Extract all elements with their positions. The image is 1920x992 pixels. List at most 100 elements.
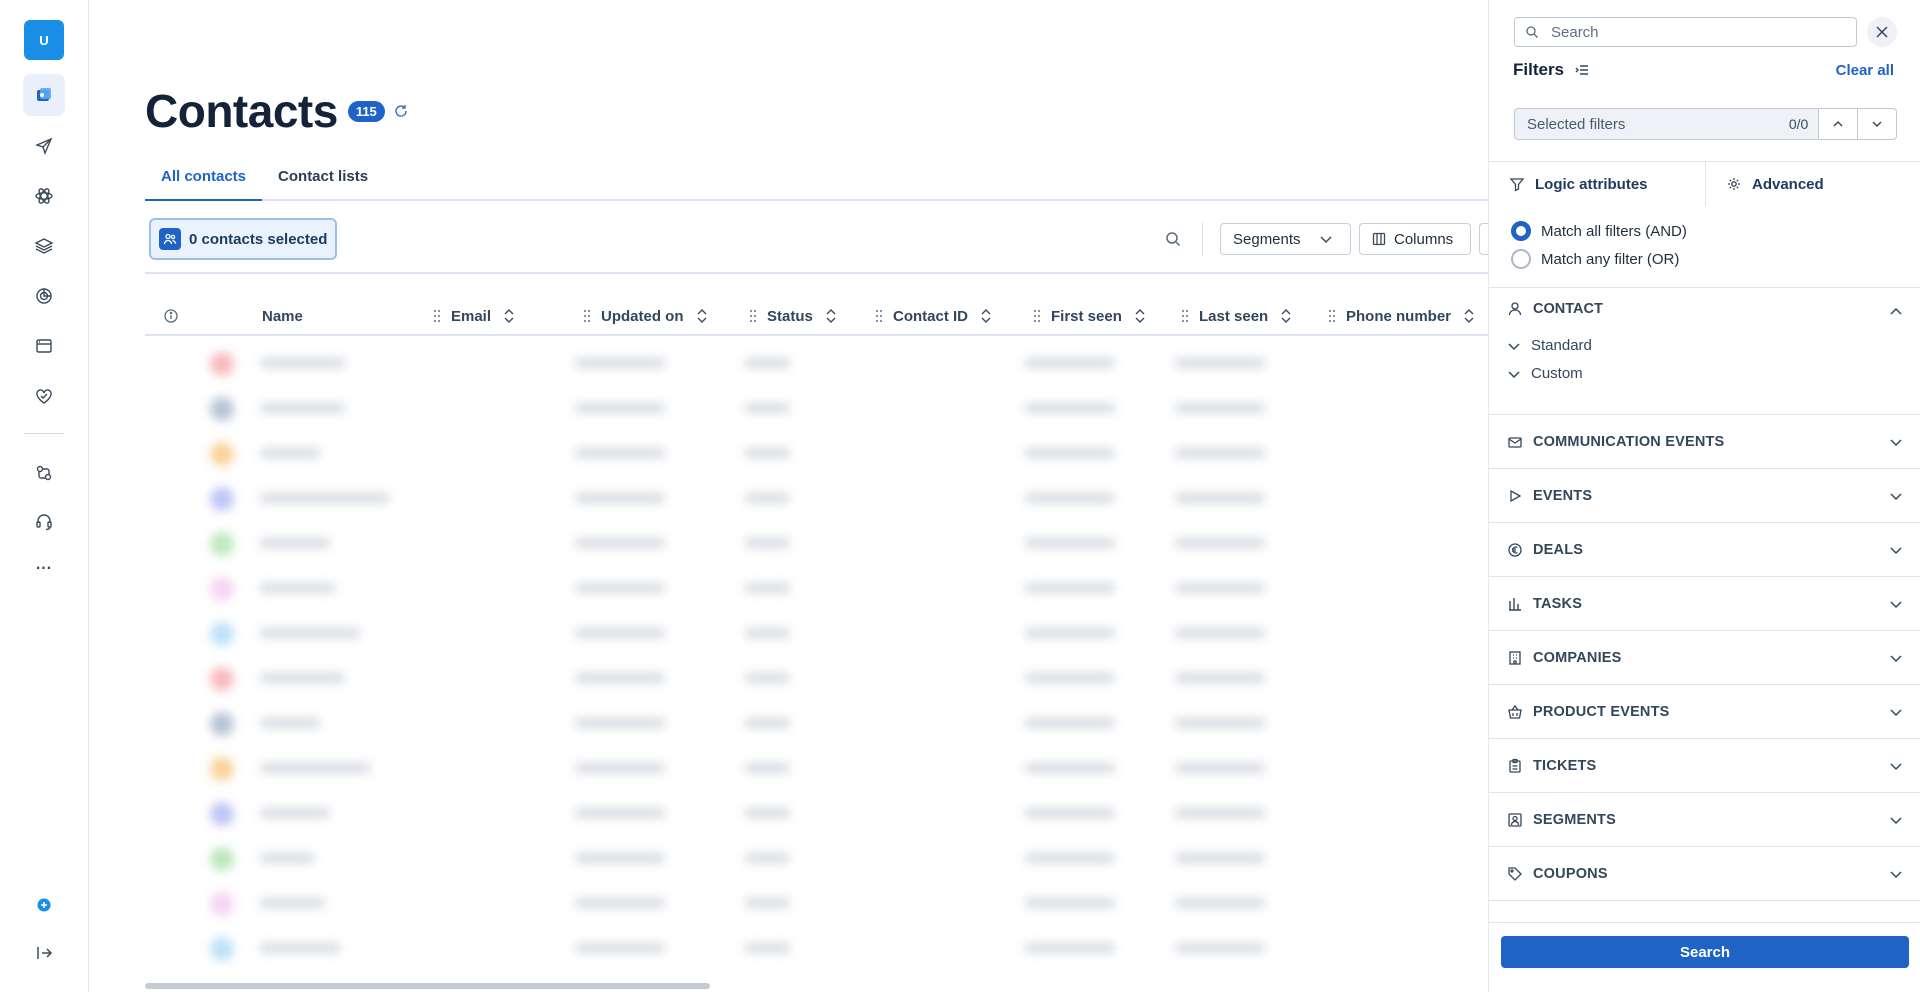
segment-icon	[1508, 813, 1522, 827]
table-row[interactable]	[145, 565, 1488, 610]
filter-search-input[interactable]	[1551, 23, 1841, 41]
deals-section[interactable]: DEALS	[1489, 523, 1920, 577]
tag-icon	[1508, 867, 1522, 881]
chevron-down-icon	[1890, 709, 1902, 717]
tickets-section[interactable]: TICKETS	[1489, 739, 1920, 793]
match-all-option[interactable]: Match all filters (AND)	[1511, 220, 1687, 242]
chevron-up-icon	[1833, 121, 1843, 127]
user-avatar[interactable]: U	[24, 20, 64, 60]
table-row[interactable]	[145, 340, 1488, 385]
column-header-first-seen[interactable]: First seen	[1033, 296, 1146, 336]
advanced-tab[interactable]: Advanced	[1705, 162, 1920, 206]
list-filter-icon[interactable]	[1574, 62, 1590, 78]
info-icon[interactable]	[163, 308, 179, 324]
column-header-email[interactable]: Email	[433, 296, 515, 336]
layers-icon[interactable]	[23, 225, 65, 267]
table-row[interactable]	[145, 610, 1488, 655]
table-row[interactable]	[145, 925, 1488, 970]
column-header-updated-on[interactable]: Updated on	[583, 296, 708, 336]
heart-badge-icon[interactable]	[23, 375, 65, 417]
contact-standard-item[interactable]: Standard	[1507, 337, 1592, 354]
contact-section-header[interactable]: CONTACT	[1507, 301, 1603, 317]
radio-unselected[interactable]	[1511, 249, 1531, 269]
horizontal-scrollbar[interactable]	[145, 983, 710, 989]
building-icon	[1509, 651, 1521, 665]
users-icon	[159, 228, 181, 250]
selected-filters-box[interactable]: Selected filters 0/0	[1514, 108, 1820, 140]
tab-all-contacts[interactable]: All contacts	[145, 164, 263, 201]
tab-contact-lists[interactable]: Contact lists	[262, 164, 384, 201]
page-title: Contacts	[145, 85, 338, 137]
table-row[interactable]	[145, 655, 1488, 700]
table-row[interactable]	[145, 700, 1488, 745]
refresh-icon[interactable]	[393, 103, 409, 119]
sort-icon[interactable]	[503, 308, 515, 324]
automation-icon[interactable]	[23, 175, 65, 217]
selected-contacts-chip[interactable]: 0 contacts selected	[149, 218, 338, 260]
contact-custom-item[interactable]: Custom	[1507, 365, 1583, 382]
table-search-icon[interactable]	[1163, 229, 1183, 249]
sort-icon[interactable]	[825, 308, 837, 324]
column-header-contact-id[interactable]: Contact ID	[875, 296, 992, 336]
table-row[interactable]	[145, 745, 1488, 790]
companies-section[interactable]: COMPANIES	[1489, 631, 1920, 685]
column-header-last-seen[interactable]: Last seen	[1181, 296, 1292, 336]
table-row[interactable]	[145, 835, 1488, 880]
clear-all-link[interactable]: Clear all	[1836, 62, 1894, 79]
conversations-icon[interactable]	[23, 452, 65, 494]
match-any-option[interactable]: Match any filter (OR)	[1511, 248, 1679, 270]
contacts-tabs: All contacts Contact lists	[145, 164, 1488, 201]
support-icon[interactable]	[23, 501, 65, 543]
contacts-icon[interactable]	[23, 74, 65, 116]
apply-search-button[interactable]: Search	[1501, 936, 1909, 968]
close-icon	[1876, 26, 1888, 38]
product-events-section[interactable]: PRODUCT EVENTS	[1489, 685, 1920, 739]
table-row[interactable]	[145, 520, 1488, 565]
send-icon[interactable]	[23, 125, 65, 167]
chevron-down-icon	[1890, 763, 1902, 771]
drag-handle-icon[interactable]	[1033, 309, 1041, 323]
tasks-section[interactable]: TASKS	[1489, 577, 1920, 631]
drag-handle-icon[interactable]	[583, 309, 591, 323]
drag-handle-icon[interactable]	[1181, 309, 1189, 323]
table-row[interactable]	[145, 790, 1488, 835]
more-toolbar-button[interactable]	[1479, 223, 1488, 255]
table-row[interactable]	[145, 880, 1488, 925]
drag-handle-icon[interactable]	[1328, 309, 1336, 323]
table-row[interactable]	[145, 430, 1488, 475]
sort-icon[interactable]	[980, 308, 992, 324]
logout-icon[interactable]	[23, 932, 65, 974]
columns-button[interactable]: Columns	[1359, 223, 1471, 255]
close-panel-button[interactable]	[1867, 17, 1897, 47]
drag-handle-icon[interactable]	[749, 309, 757, 323]
target-icon[interactable]	[23, 275, 65, 317]
segments-section[interactable]: SEGMENTS	[1489, 793, 1920, 847]
events-section[interactable]: EVENTS	[1489, 469, 1920, 523]
sort-icon[interactable]	[1280, 308, 1292, 324]
more-menu[interactable]: ...	[23, 556, 65, 574]
next-filter-button[interactable]	[1858, 108, 1897, 140]
drag-handle-icon[interactable]	[433, 309, 441, 323]
sort-icon[interactable]	[696, 308, 708, 324]
communication-events-section[interactable]: COMMUNICATION EVENTS	[1489, 415, 1920, 469]
plus-circle-icon[interactable]	[23, 884, 65, 926]
radio-selected[interactable]	[1511, 221, 1531, 241]
previous-filter-button[interactable]	[1819, 108, 1859, 140]
section-label: PRODUCT EVENTS	[1533, 704, 1670, 720]
column-header-phone-number[interactable]: Phone number	[1328, 296, 1475, 336]
filter-search-box[interactable]	[1514, 17, 1857, 47]
column-label: Status	[767, 307, 813, 325]
coupons-section[interactable]: COUPONS	[1489, 847, 1920, 901]
section-label: COUPONS	[1533, 866, 1608, 882]
column-header-name[interactable]: Name	[262, 296, 303, 336]
table-row[interactable]	[145, 475, 1488, 520]
sort-icon[interactable]	[1134, 308, 1146, 324]
browser-icon[interactable]	[23, 325, 65, 367]
column-header-status[interactable]: Status	[749, 296, 837, 336]
table-row[interactable]	[145, 385, 1488, 430]
drag-handle-icon[interactable]	[875, 309, 883, 323]
logic-attributes-tab[interactable]: Logic attributes	[1489, 162, 1705, 206]
chevron-up-icon[interactable]	[1889, 305, 1903, 319]
segments-dropdown[interactable]: Segments	[1220, 223, 1351, 255]
sort-icon[interactable]	[1463, 308, 1475, 324]
